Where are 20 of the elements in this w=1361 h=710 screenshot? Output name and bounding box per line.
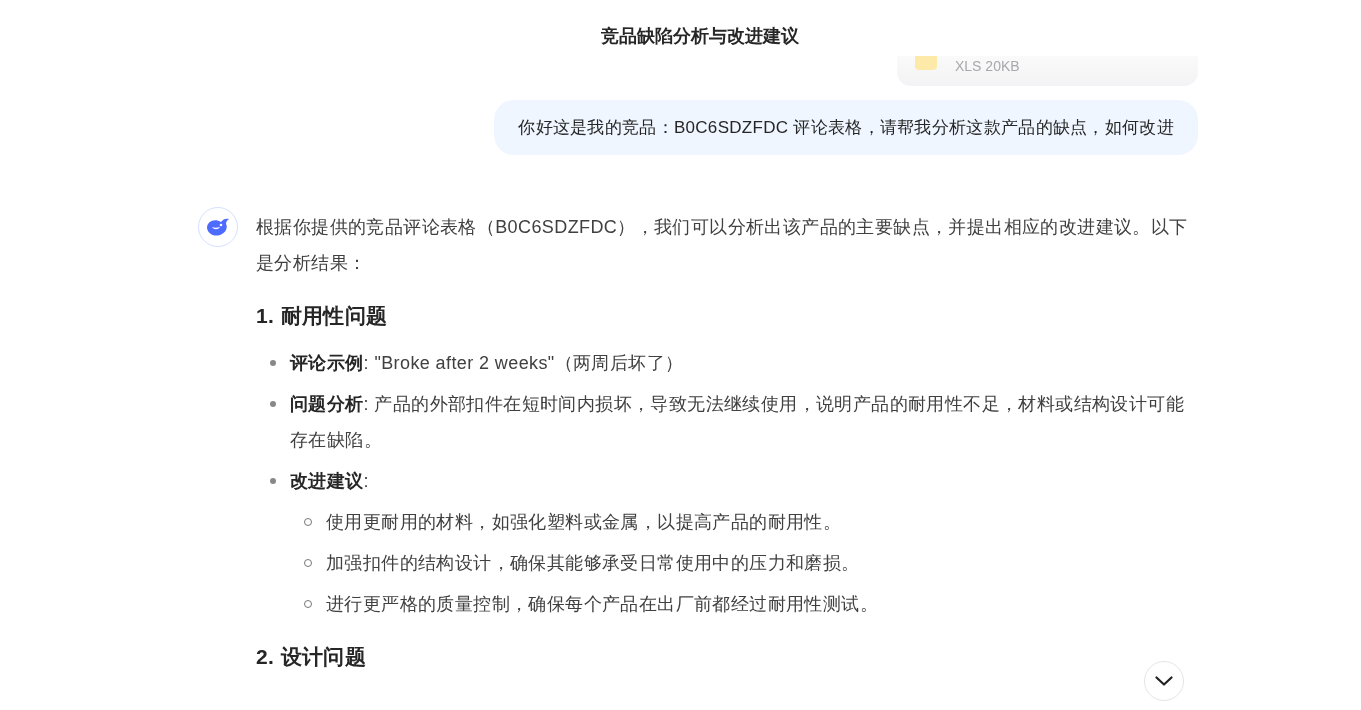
user-message: 你好这是我的竞品：B0C6SDZFDC 评论表格，请帮我分析这款产品的缺点，如何改进 bbox=[494, 100, 1198, 155]
list-item-text: 进行更严格的质量控制，确保每个产品在出厂前都经过耐用性测试。 bbox=[326, 593, 878, 616]
chevron-down-icon bbox=[1155, 676, 1173, 686]
chat-title: 竞品缺陷分析与改进建议 bbox=[600, 25, 799, 48]
section-heading: 1. 耐用性问题 bbox=[256, 303, 389, 329]
list-item-text: 改进建议: bbox=[290, 470, 369, 493]
file-meta: XLS 20KB bbox=[955, 57, 1020, 76]
section-heading: 2. 设计问题 bbox=[256, 644, 368, 670]
answer-paragraph: 根据你提供的竞品评论表格（B0C6SDZFDC），我们可以分析出该产品的主要缺点，并提出相应的改进建议。以下是分析结果： bbox=[256, 216, 1189, 275]
file-icon bbox=[915, 56, 937, 70]
list-item-text: 问题分析: 产品的外部扣件在短时间内损坏，导致无法继续使用，说明产品的耐用性不足，材料或结构设计可能存在缺陷。 bbox=[290, 393, 1185, 452]
bullet-icon bbox=[270, 478, 276, 484]
list-item-text: 加强扣件的结构设计，确保其能够承受日常使用中的压力和磨损。 bbox=[326, 552, 860, 575]
bullet-icon bbox=[270, 360, 276, 366]
list-item-text: 使用更耐用的材料，如强化塑料或金属，以提高产品的耐用性。 bbox=[326, 511, 842, 534]
list-item-text: 评论示例: "Broke after 2 weeks"（两周后坏了） bbox=[290, 352, 684, 375]
file-card[interactable]: XLS 20KB bbox=[897, 56, 1198, 86]
whale-icon bbox=[205, 216, 231, 238]
scroll-down-button[interactable] bbox=[1144, 661, 1184, 701]
bullet-icon bbox=[270, 401, 276, 407]
